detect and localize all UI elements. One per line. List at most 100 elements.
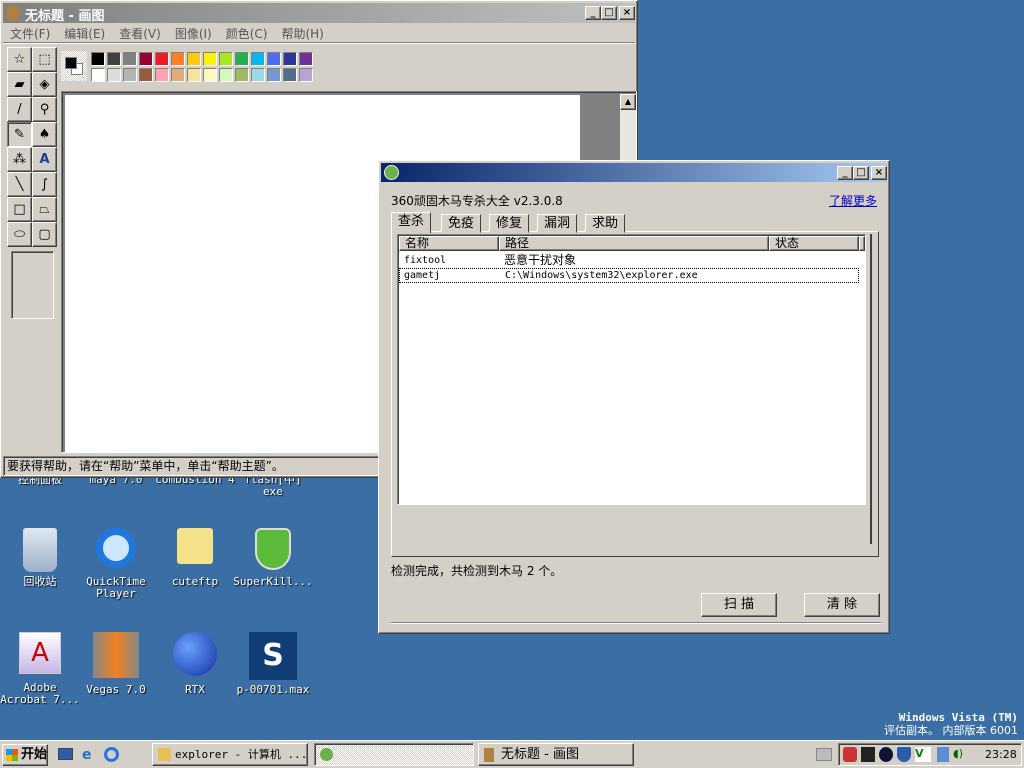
palette-swatch[interactable] <box>219 52 233 66</box>
brush-icon[interactable]: ♠ <box>32 122 57 147</box>
scroll-up-arrow-icon[interactable]: ▲ <box>620 94 636 110</box>
tab-help[interactable]: 求助 <box>585 214 626 233</box>
table-row[interactable]: fixtool 恶意干扰对象 <box>399 253 859 268</box>
menu-image[interactable]: 图像(I) <box>175 27 212 41</box>
tool-options-box[interactable] <box>11 251 54 319</box>
close-button[interactable]: × <box>619 6 635 20</box>
internet-explorer-icon[interactable]: e <box>82 747 92 763</box>
palette-swatch[interactable] <box>155 52 169 66</box>
palette-swatch[interactable] <box>283 68 297 82</box>
current-colors[interactable] <box>61 51 87 81</box>
palette-swatch[interactable] <box>219 68 233 82</box>
color-picker-icon[interactable]: / <box>7 97 32 122</box>
tab-vulnerability[interactable]: 漏洞 <box>537 214 578 233</box>
palette-swatch[interactable] <box>123 52 137 66</box>
free-select-icon[interactable]: ☆ <box>7 47 32 72</box>
taskbar-item-explorer[interactable]: explorer - 计算机 ... <box>152 743 308 766</box>
palette-swatch[interactable] <box>235 68 249 82</box>
tab-scan[interactable]: 查杀 <box>391 212 432 233</box>
quicktime-quicklaunch-icon[interactable] <box>104 747 119 762</box>
palette-swatch[interactable] <box>107 52 121 66</box>
desktop-icon-rtx[interactable]: RTX <box>155 632 235 696</box>
tool360-titlebar[interactable]: _ □ × <box>381 163 887 182</box>
minimize-button[interactable]: _ <box>585 6 601 20</box>
menu-colors[interactable]: 颜色(C) <box>226 27 268 41</box>
paint-titlebar[interactable]: 无标题 - 画图 _ □ × <box>3 3 635 24</box>
taskbar-item-360-active[interactable] <box>314 743 474 766</box>
line-icon[interactable]: ╲ <box>7 172 32 197</box>
tab-repair[interactable]: 修复 <box>489 214 530 233</box>
palette-swatch[interactable] <box>171 68 185 82</box>
desktop-icon-recycle-bin[interactable]: 回收站 <box>0 528 80 588</box>
table-row[interactable]: gametj C:\Windows\system32\explorer.exe <box>399 268 859 283</box>
network-signal-icon[interactable] <box>879 747 893 762</box>
palette-swatch[interactable] <box>299 52 313 66</box>
menu-edit[interactable]: 编辑(E) <box>64 27 105 41</box>
eraser-icon[interactable]: ▰ <box>7 72 32 97</box>
menu-help[interactable]: 帮助(H) <box>281 27 323 41</box>
clear-button[interactable]: 清 除 <box>804 593 880 617</box>
icon-label: Vegas 7.0 <box>86 683 146 696</box>
curve-icon[interactable]: ∫ <box>32 172 57 197</box>
security-shield-icon[interactable] <box>843 747 857 762</box>
network-icon[interactable] <box>937 747 949 762</box>
desktop-icon-quicktime[interactable]: QuickTime Player <box>76 528 156 600</box>
learn-more-link[interactable]: 了解更多 <box>829 192 877 209</box>
column-name[interactable]: 名称 <box>399 236 499 251</box>
palette-swatch[interactable] <box>107 68 121 82</box>
desktop-icon-vegas[interactable]: Vegas 7.0 <box>76 632 156 696</box>
text-icon[interactable]: A <box>32 147 57 172</box>
maximize-button[interactable]: □ <box>601 6 617 20</box>
keyboard-icon[interactable] <box>816 748 832 761</box>
clock[interactable]: 23:28 <box>985 748 1017 761</box>
palette-swatch[interactable] <box>235 52 249 66</box>
palette-swatch[interactable] <box>187 52 201 66</box>
palette-swatch[interactable] <box>123 68 137 82</box>
palette-swatch[interactable] <box>203 52 217 66</box>
desktop-icon-cuteftp[interactable]: cuteftp <box>155 528 235 588</box>
palette-swatch[interactable] <box>155 68 169 82</box>
taskbar-item-paint[interactable]: 无标题 - 画图 <box>478 743 634 766</box>
palette-swatch[interactable] <box>139 68 153 82</box>
rectangle-icon[interactable]: □ <box>7 197 32 222</box>
tab-immunize[interactable]: 免疫 <box>441 214 482 233</box>
paint-app-icon <box>484 748 494 762</box>
palette-swatch[interactable] <box>267 68 281 82</box>
desktop-icon-max-file[interactable]: S p-00701.max <box>233 632 313 696</box>
close-button[interactable]: × <box>871 166 887 180</box>
maximize-button[interactable]: □ <box>853 166 869 180</box>
tray-app-icon[interactable] <box>861 747 875 762</box>
desktop-icon-superkill[interactable]: SuperKill... <box>233 528 313 588</box>
menu-view[interactable]: 查看(V) <box>119 27 161 41</box>
volume-icon[interactable]: ◖) <box>953 747 963 760</box>
ellipse-icon[interactable]: ⬭ <box>7 222 32 247</box>
palette-swatch[interactable] <box>251 52 265 66</box>
palette-swatch[interactable] <box>91 68 105 82</box>
magnifier-icon[interactable]: ⚲ <box>32 97 57 122</box>
column-path[interactable]: 路径 <box>499 236 769 251</box>
palette-swatch[interactable] <box>139 52 153 66</box>
palette-swatch[interactable] <box>171 52 185 66</box>
airbrush-icon[interactable]: ⁂ <box>7 147 32 172</box>
minimize-button[interactable]: _ <box>837 166 853 180</box>
scan-button[interactable]: 扫 描 <box>701 593 777 617</box>
palette-swatch[interactable] <box>283 52 297 66</box>
polygon-icon[interactable]: ⏢ <box>32 197 57 222</box>
fill-icon[interactable]: ◈ <box>32 72 57 97</box>
rect-select-icon[interactable]: ⬚ <box>32 47 57 72</box>
palette-swatch[interactable] <box>251 68 265 82</box>
palette-swatch[interactable] <box>91 52 105 66</box>
shield-icon[interactable] <box>897 747 911 762</box>
start-button[interactable]: 开始 <box>2 744 48 766</box>
show-desktop-icon[interactable] <box>58 748 73 760</box>
rounded-rect-icon[interactable]: ▢ <box>32 222 57 247</box>
palette-swatch[interactable] <box>299 68 313 82</box>
palette-swatch[interactable] <box>203 68 217 82</box>
pencil-icon[interactable]: ✎ <box>7 122 32 147</box>
vc-icon[interactable]: V <box>915 747 931 762</box>
palette-swatch[interactable] <box>267 52 281 66</box>
desktop-icon-acrobat[interactable]: A Adobe Acrobat 7... <box>0 632 80 706</box>
palette-swatch[interactable] <box>187 68 201 82</box>
column-status[interactable]: 状态 <box>769 236 859 251</box>
menu-file[interactable]: 文件(F) <box>10 27 50 41</box>
